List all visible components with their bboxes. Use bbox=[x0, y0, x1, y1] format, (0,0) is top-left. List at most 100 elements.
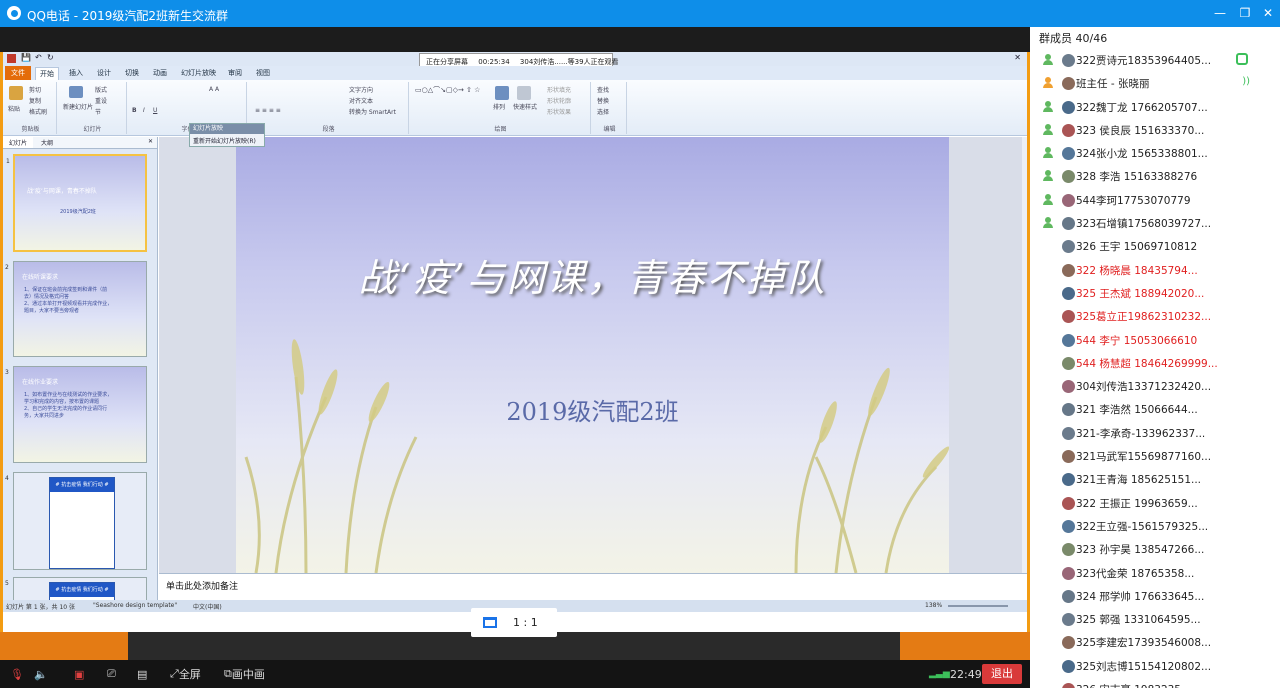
shape-effects-button[interactable]: 形状效果 bbox=[547, 107, 571, 116]
tab-slideshow[interactable]: 幻灯片放映 bbox=[181, 68, 216, 78]
tab-design[interactable]: 设计 bbox=[97, 68, 111, 78]
mic-muted-icon[interactable]: 🎙 bbox=[10, 666, 24, 682]
fullscreen-button[interactable]: ⤢ 全屏 bbox=[170, 666, 201, 682]
save-icon[interactable]: 💾 bbox=[21, 53, 31, 62]
slide[interactable]: 战‘疫’与网课，青春不掉队 2019级汽配2班 bbox=[236, 137, 949, 573]
avatar bbox=[1062, 263, 1075, 277]
member-row[interactable]: 328 李浩 15163388276 bbox=[1030, 165, 1280, 188]
member-row[interactable]: 325 王杰斌 188942020... bbox=[1030, 282, 1280, 305]
pane-close-icon[interactable]: ✕ bbox=[144, 137, 157, 146]
format-painter-button[interactable]: 格式刷 bbox=[29, 107, 47, 116]
avatar bbox=[1062, 77, 1075, 91]
tab-animations[interactable]: 动画 bbox=[153, 68, 167, 78]
tab-insert[interactable]: 插入 bbox=[69, 68, 83, 78]
shape-fill-button[interactable]: 形状填充 bbox=[547, 85, 571, 94]
member-row[interactable]: 324 邢学帅 176633645... bbox=[1030, 585, 1280, 608]
vertical-scrollbar[interactable] bbox=[1022, 137, 1027, 600]
member-row[interactable]: 326 宋志豪 1983235... bbox=[1030, 678, 1280, 688]
quick-styles-button[interactable]: 快速样式 bbox=[513, 102, 537, 111]
tab-home[interactable]: 开始 bbox=[35, 67, 59, 80]
slide-thumbnail[interactable]: 2 在线听课要求 1、保证在班会前完成签到和课件（前 去）情况及格式问答 2、通… bbox=[5, 261, 147, 357]
member-name: 324张小龙 1565338801... bbox=[1076, 148, 1208, 161]
tab-file[interactable]: 文件 bbox=[5, 66, 31, 80]
member-row[interactable]: 325刘志博15154120802... bbox=[1030, 655, 1280, 678]
member-row[interactable]: 325 郭强 1331064595... bbox=[1030, 608, 1280, 631]
copy-button[interactable]: 复制 bbox=[29, 96, 41, 105]
member-name: 322 王振正 19963659... bbox=[1076, 497, 1198, 510]
member-row[interactable]: 544 李宁 15053066610 bbox=[1030, 329, 1280, 352]
chat-icon[interactable]: ▤ bbox=[137, 666, 147, 682]
member-row[interactable]: 321-李承奇-133962337... bbox=[1030, 422, 1280, 445]
avatar bbox=[1062, 100, 1075, 114]
member-row[interactable]: 544 杨慧超 18464269999... bbox=[1030, 352, 1280, 375]
member-row[interactable]: 321马武军15569877160... bbox=[1030, 445, 1280, 468]
member-row[interactable]: 322贾诗元18353964405... bbox=[1030, 49, 1280, 72]
member-row[interactable]: 323石增镇17568039727... bbox=[1030, 212, 1280, 235]
layout-button[interactable]: 版式 bbox=[95, 85, 107, 94]
speaker-icon[interactable]: 🔈 bbox=[34, 666, 48, 682]
smartart-button[interactable]: 转换为 SmartArt bbox=[349, 107, 396, 116]
member-row[interactable]: 321 李浩然 15066644... bbox=[1030, 398, 1280, 421]
cut-button[interactable]: 剪切 bbox=[29, 85, 41, 94]
paste-button[interactable]: 粘贴 bbox=[8, 104, 20, 113]
exit-button[interactable]: 退出 bbox=[982, 664, 1022, 684]
member-row[interactable]: 322 杨晓晨 18435794... bbox=[1030, 259, 1280, 282]
tab-review[interactable]: 审阅 bbox=[228, 68, 242, 78]
member-row[interactable]: 325李建宏17393546008... bbox=[1030, 631, 1280, 654]
screen-share-icon[interactable]: ⎚ bbox=[107, 666, 116, 682]
member-row[interactable]: 304刘传浩13371232420... bbox=[1030, 375, 1280, 398]
italic-icon[interactable]: I bbox=[143, 107, 145, 114]
restart-slideshow-item[interactable]: 重新开始幻灯片放映(R) bbox=[190, 134, 264, 147]
ratio-toggle-button[interactable]: 1 : 1 bbox=[471, 608, 557, 637]
find-button[interactable]: 查找 bbox=[597, 85, 609, 94]
restore-icon[interactable]: ❐ bbox=[1235, 4, 1255, 22]
zoom-slider[interactable] bbox=[948, 605, 1008, 607]
zoom-level[interactable]: 138% bbox=[925, 602, 942, 609]
underline-icon[interactable]: U bbox=[153, 107, 157, 114]
text-direction-button[interactable]: 文字方向 bbox=[349, 85, 373, 94]
redo-icon[interactable]: ↻ bbox=[47, 53, 54, 62]
member-row[interactable]: 323代金荣 18765358... bbox=[1030, 562, 1280, 585]
new-slide-button[interactable]: 新建幻灯片 bbox=[63, 102, 93, 111]
undo-icon[interactable]: ↶ bbox=[35, 53, 42, 62]
align-icons[interactable]: ≡ ≡ ≡ ≡ bbox=[255, 107, 281, 114]
member-row[interactable]: 323 侯良辰 151633370... bbox=[1030, 119, 1280, 142]
tab-outline[interactable]: 大纲 bbox=[35, 137, 59, 148]
close-icon[interactable]: ✕ bbox=[1258, 4, 1278, 22]
align-text-button[interactable]: 对齐文本 bbox=[349, 96, 373, 105]
slide-thumbnail[interactable]: 3 在线作业要求 1、如布置作业与在线测试的作业要求， 学习和完成的内容，按布置… bbox=[5, 366, 147, 463]
notes-pane[interactable]: 单击此处添加备注 bbox=[159, 573, 1027, 600]
tab-transitions[interactable]: 切换 bbox=[125, 68, 139, 78]
member-row[interactable]: 班主任 - 张晓丽)) bbox=[1030, 72, 1280, 95]
shape-outline-button[interactable]: 形状轮廓 bbox=[547, 96, 571, 105]
camera-off-icon[interactable]: ▣ bbox=[74, 666, 84, 682]
reset-button[interactable]: 重设 bbox=[95, 96, 107, 105]
member-row[interactable]: 322魏丁龙 1766205707... bbox=[1030, 96, 1280, 119]
replace-button[interactable]: 替换 bbox=[597, 96, 609, 105]
slide-thumbnail[interactable]: 5 # 抗击疫情 我们行动 # bbox=[5, 577, 147, 603]
ppt-close-icon[interactable]: ✕ bbox=[1014, 53, 1021, 62]
tab-slides[interactable]: 幻灯片 bbox=[3, 137, 34, 148]
member-row[interactable]: 322 王振正 19963659... bbox=[1030, 492, 1280, 515]
thumbnail-title: 在线听课要求 bbox=[22, 274, 59, 281]
member-row[interactable]: 322王立强-1561579325... bbox=[1030, 515, 1280, 538]
arrange-icon bbox=[495, 86, 509, 100]
member-row[interactable]: 544李珂17753070779 bbox=[1030, 189, 1280, 212]
member-row[interactable]: 323 孙宇昊 138547266... bbox=[1030, 538, 1280, 561]
slide-thumbnail[interactable]: 4 # 抗击疫情 我们行动 # bbox=[5, 472, 147, 570]
admin-badge-icon bbox=[1043, 100, 1053, 112]
bold-icon[interactable]: B bbox=[132, 107, 137, 114]
tab-view[interactable]: 视图 bbox=[256, 68, 270, 78]
font-size-icon[interactable]: A A bbox=[209, 86, 219, 93]
shapes-gallery-icon[interactable]: ▭○△⌒↘▢◇→ ⇧ ☆ bbox=[415, 85, 480, 95]
member-row[interactable]: 321王青海 185625151... bbox=[1030, 468, 1280, 491]
section-button[interactable]: 节 bbox=[95, 107, 101, 116]
select-button[interactable]: 选择 bbox=[597, 107, 609, 116]
member-row[interactable]: 324张小龙 1565338801... bbox=[1030, 142, 1280, 165]
member-row[interactable]: 326 王宇 15069710812 bbox=[1030, 235, 1280, 258]
slide-thumbnail[interactable]: 1 战‘疫’与网课，青春不掉队 2019级汽配2班 bbox=[6, 154, 147, 252]
member-row[interactable]: 325葛立正19862310232... bbox=[1030, 305, 1280, 328]
arrange-button[interactable]: 排列 bbox=[493, 102, 505, 111]
pip-button[interactable]: ⧉ 画中画 bbox=[224, 666, 265, 682]
minimize-icon[interactable]: — bbox=[1210, 4, 1230, 22]
